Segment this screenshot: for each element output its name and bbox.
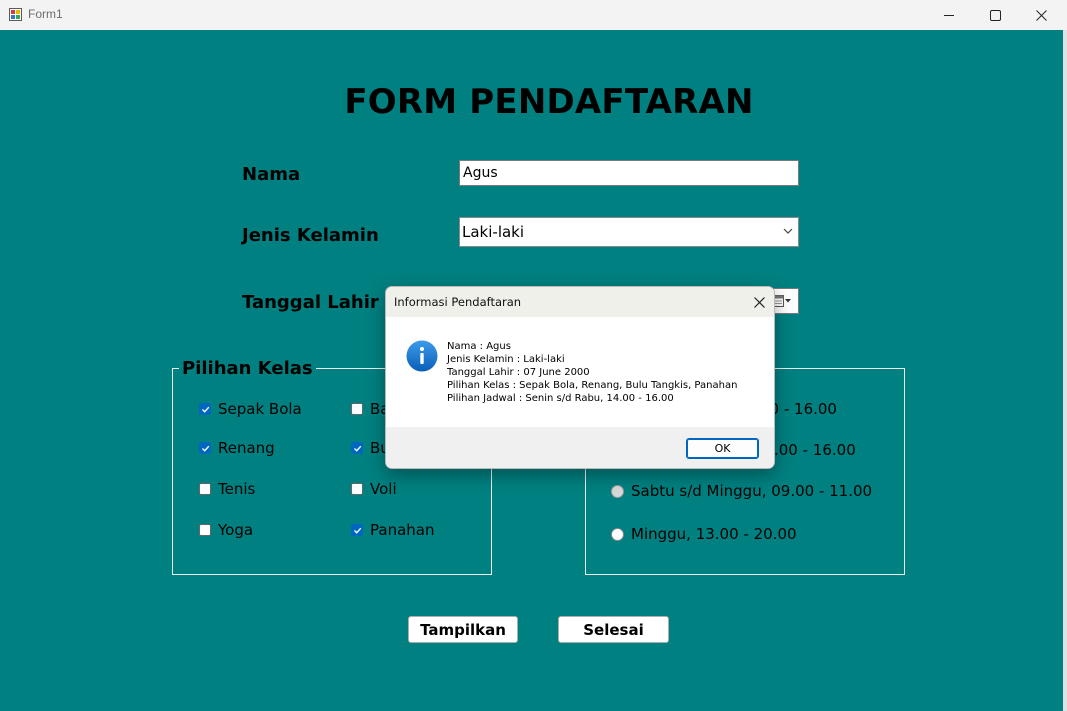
dialog-line: Pilihan Kelas : Sepak Bola, Renang, Bulu…: [447, 379, 738, 391]
pilihan-kelas-title: Pilihan Kelas: [179, 358, 316, 379]
checkbox-voli[interactable]: Voli: [351, 480, 397, 498]
info-icon: [406, 340, 438, 372]
nama-label: Nama: [242, 164, 301, 185]
jenis-kelamin-select[interactable]: Laki-laki: [459, 217, 799, 247]
radio-jadwal-sabtu-minggu[interactable]: Sabtu s/d Minggu, 09.00 - 11.00: [611, 482, 872, 500]
dialog-line: Tanggal Lahir : 07 June 2000: [447, 366, 590, 378]
dialog-line: Jenis Kelamin : Laki-laki: [447, 353, 565, 365]
radio-jadwal-2[interactable]: .00 - 16.00: [774, 441, 856, 459]
minimize-button[interactable]: [926, 0, 972, 30]
close-icon: [753, 296, 765, 308]
dialog-message: Nama : Agus Jenis Kelamin : Laki-laki Ta…: [447, 341, 767, 406]
dialog-title: Informasi Pendaftaran: [394, 295, 522, 309]
checkbox-label: Tenis: [218, 480, 256, 498]
window-titlebar: Form1: [0, 0, 1067, 30]
selesai-button[interactable]: Selesai: [558, 616, 669, 643]
checkbox-unchecked-icon: [351, 403, 363, 415]
radio-label: .00 - 16.00: [774, 441, 856, 459]
radio-unselected-icon: [611, 527, 624, 541]
checkbox-bu[interactable]: Bu: [351, 439, 390, 457]
checkbox-label: Sepak Bola: [218, 400, 302, 418]
close-button[interactable]: [1018, 0, 1064, 30]
dialog-titlebar: Informasi Pendaftaran: [386, 287, 774, 317]
jenis-kelamin-label: Jenis Kelamin: [242, 225, 379, 246]
minimize-icon: [943, 14, 954, 16]
tampilkan-button[interactable]: Tampilkan: [408, 616, 518, 643]
checkbox-checked-icon: [199, 442, 211, 454]
checkbox-yoga[interactable]: Yoga: [199, 521, 253, 539]
checkbox-label: Yoga: [218, 521, 254, 539]
dialog-line: Pilihan Jadwal : Senin s/d Rabu, 14.00 -…: [447, 392, 674, 404]
checkbox-ba[interactable]: Ba: [351, 400, 389, 418]
checkbox-unchecked-icon: [199, 483, 211, 495]
checkbox-label: Renang: [218, 439, 275, 457]
checkbox-sepak-bola[interactable]: Sepak Bola: [199, 400, 302, 418]
checkbox-label: Voli: [370, 480, 397, 498]
jenis-kelamin-value: Laki-laki: [462, 223, 525, 241]
checkbox-unchecked-icon: [199, 524, 211, 536]
chevron-down-icon: [783, 228, 793, 234]
maximize-icon: [989, 9, 1001, 21]
checkbox-tenis[interactable]: Tenis: [199, 480, 255, 498]
tanggal-lahir-label: Tanggal Lahir: [242, 292, 379, 313]
checkbox-checked-icon: [199, 403, 211, 415]
checkbox-panahan[interactable]: Panahan: [351, 521, 434, 539]
checkbox-unchecked-icon: [351, 483, 363, 495]
radio-label: Sabtu s/d Minggu, 09.00 - 11.00: [631, 482, 873, 500]
informasi-dialog: Informasi Pendaftaran Nama : Agus Jenis …: [385, 286, 775, 469]
dialog-close-button[interactable]: [744, 287, 774, 317]
maximize-button[interactable]: [972, 0, 1018, 30]
window-border: [1063, 30, 1067, 711]
radio-jadwal-minggu[interactable]: Minggu, 13.00 - 20.00: [611, 525, 797, 543]
radio-label: Minggu, 13.00 - 20.00: [631, 525, 797, 543]
checkbox-checked-icon: [351, 524, 363, 536]
close-icon: [1035, 9, 1047, 21]
nama-input[interactable]: Agus: [459, 160, 799, 186]
checkbox-checked-icon: [351, 442, 363, 454]
dialog-line: Nama : Agus: [447, 341, 511, 352]
radio-unselected-icon: [611, 484, 624, 498]
ok-button[interactable]: OK: [686, 438, 759, 459]
calendar-dropdown-icon[interactable]: [772, 294, 792, 308]
checkbox-label: Panahan: [370, 521, 435, 539]
page-title: FORM PENDAFTARAN: [344, 82, 754, 122]
window-title: Form1: [28, 7, 63, 21]
checkbox-renang[interactable]: Renang: [199, 439, 275, 457]
app-icon: [9, 8, 22, 21]
